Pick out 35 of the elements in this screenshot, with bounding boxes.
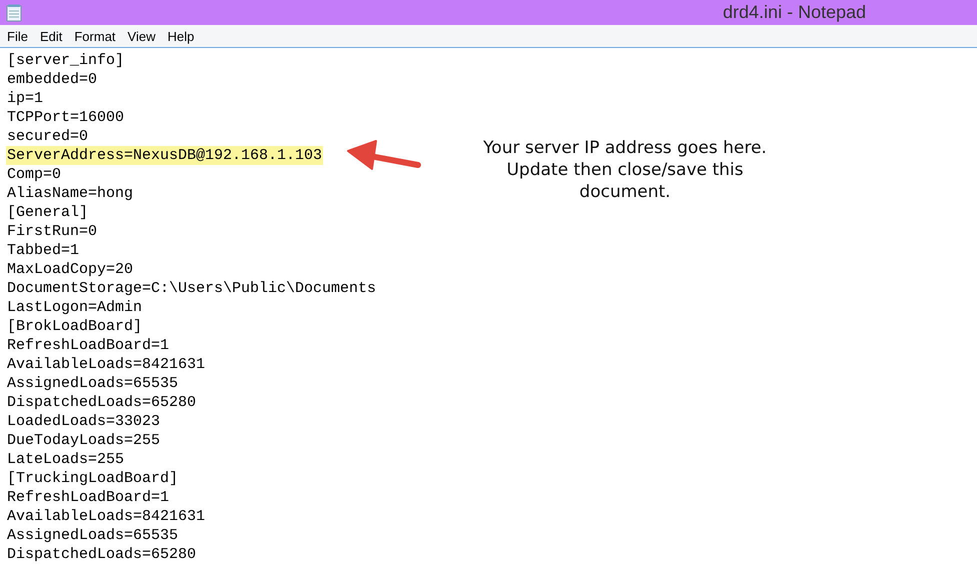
text-line: FirstRun=0 <box>6 222 98 241</box>
text-line: DispatchedLoads=65280 <box>6 545 198 564</box>
text-line: AssignedLoads=65535 <box>6 374 180 393</box>
text-line: secured=0 <box>6 127 90 146</box>
window-title: drd4.ini - Notepad <box>722 2 866 23</box>
text-line: MaxLoadCopy=20 <box>6 260 134 279</box>
text-line: LastLogon=Admin <box>6 298 144 317</box>
text-line: AssignedLoads=65535 <box>6 526 180 545</box>
menu-item[interactable]: Edit <box>34 26 68 46</box>
text-line: LateLoads=255 <box>6 450 126 469</box>
arrow-icon <box>346 139 422 173</box>
text-line: LoadedLoads=33023 <box>6 412 162 431</box>
text-line: [General] <box>6 203 90 222</box>
menu-item[interactable]: Format <box>68 26 122 46</box>
text-line: RefreshLoadBoard=1 <box>6 336 170 355</box>
menu-item[interactable]: View <box>122 26 162 46</box>
text-line: DocumentStorage=C:\Users\Public\Documents <box>6 279 378 298</box>
text-line: Comp=0 <box>6 165 62 184</box>
text-line: TCPPort=16000 <box>6 108 126 127</box>
text-line: DueTodayLoads=255 <box>6 431 162 450</box>
annotation-text: Your server IP address goes here. Update then close/save this document. <box>482 137 768 203</box>
text-line: [server_info] <box>6 51 126 70</box>
text-line: Tabbed=1 <box>6 241 80 260</box>
notepad-icon <box>6 4 22 22</box>
text-line: AvailableLoads=8421631 <box>6 507 206 526</box>
menu-item[interactable]: File <box>1 26 34 46</box>
text-line: DispatchedLoads=65280 <box>6 393 198 412</box>
text-line: [TruckingLoadBoard] <box>6 469 180 488</box>
text-line: [BrokLoadBoard] <box>6 317 144 336</box>
text-line: AvailableLoads=8421631 <box>6 355 206 374</box>
text-line: embedded=0 <box>6 70 98 89</box>
menu-item[interactable]: Help <box>161 26 200 46</box>
text-line: AliasName=hong <box>6 184 134 203</box>
text-line: ip=1 <box>6 89 44 108</box>
text-line: RefreshLoadBoard=1 <box>6 488 170 507</box>
